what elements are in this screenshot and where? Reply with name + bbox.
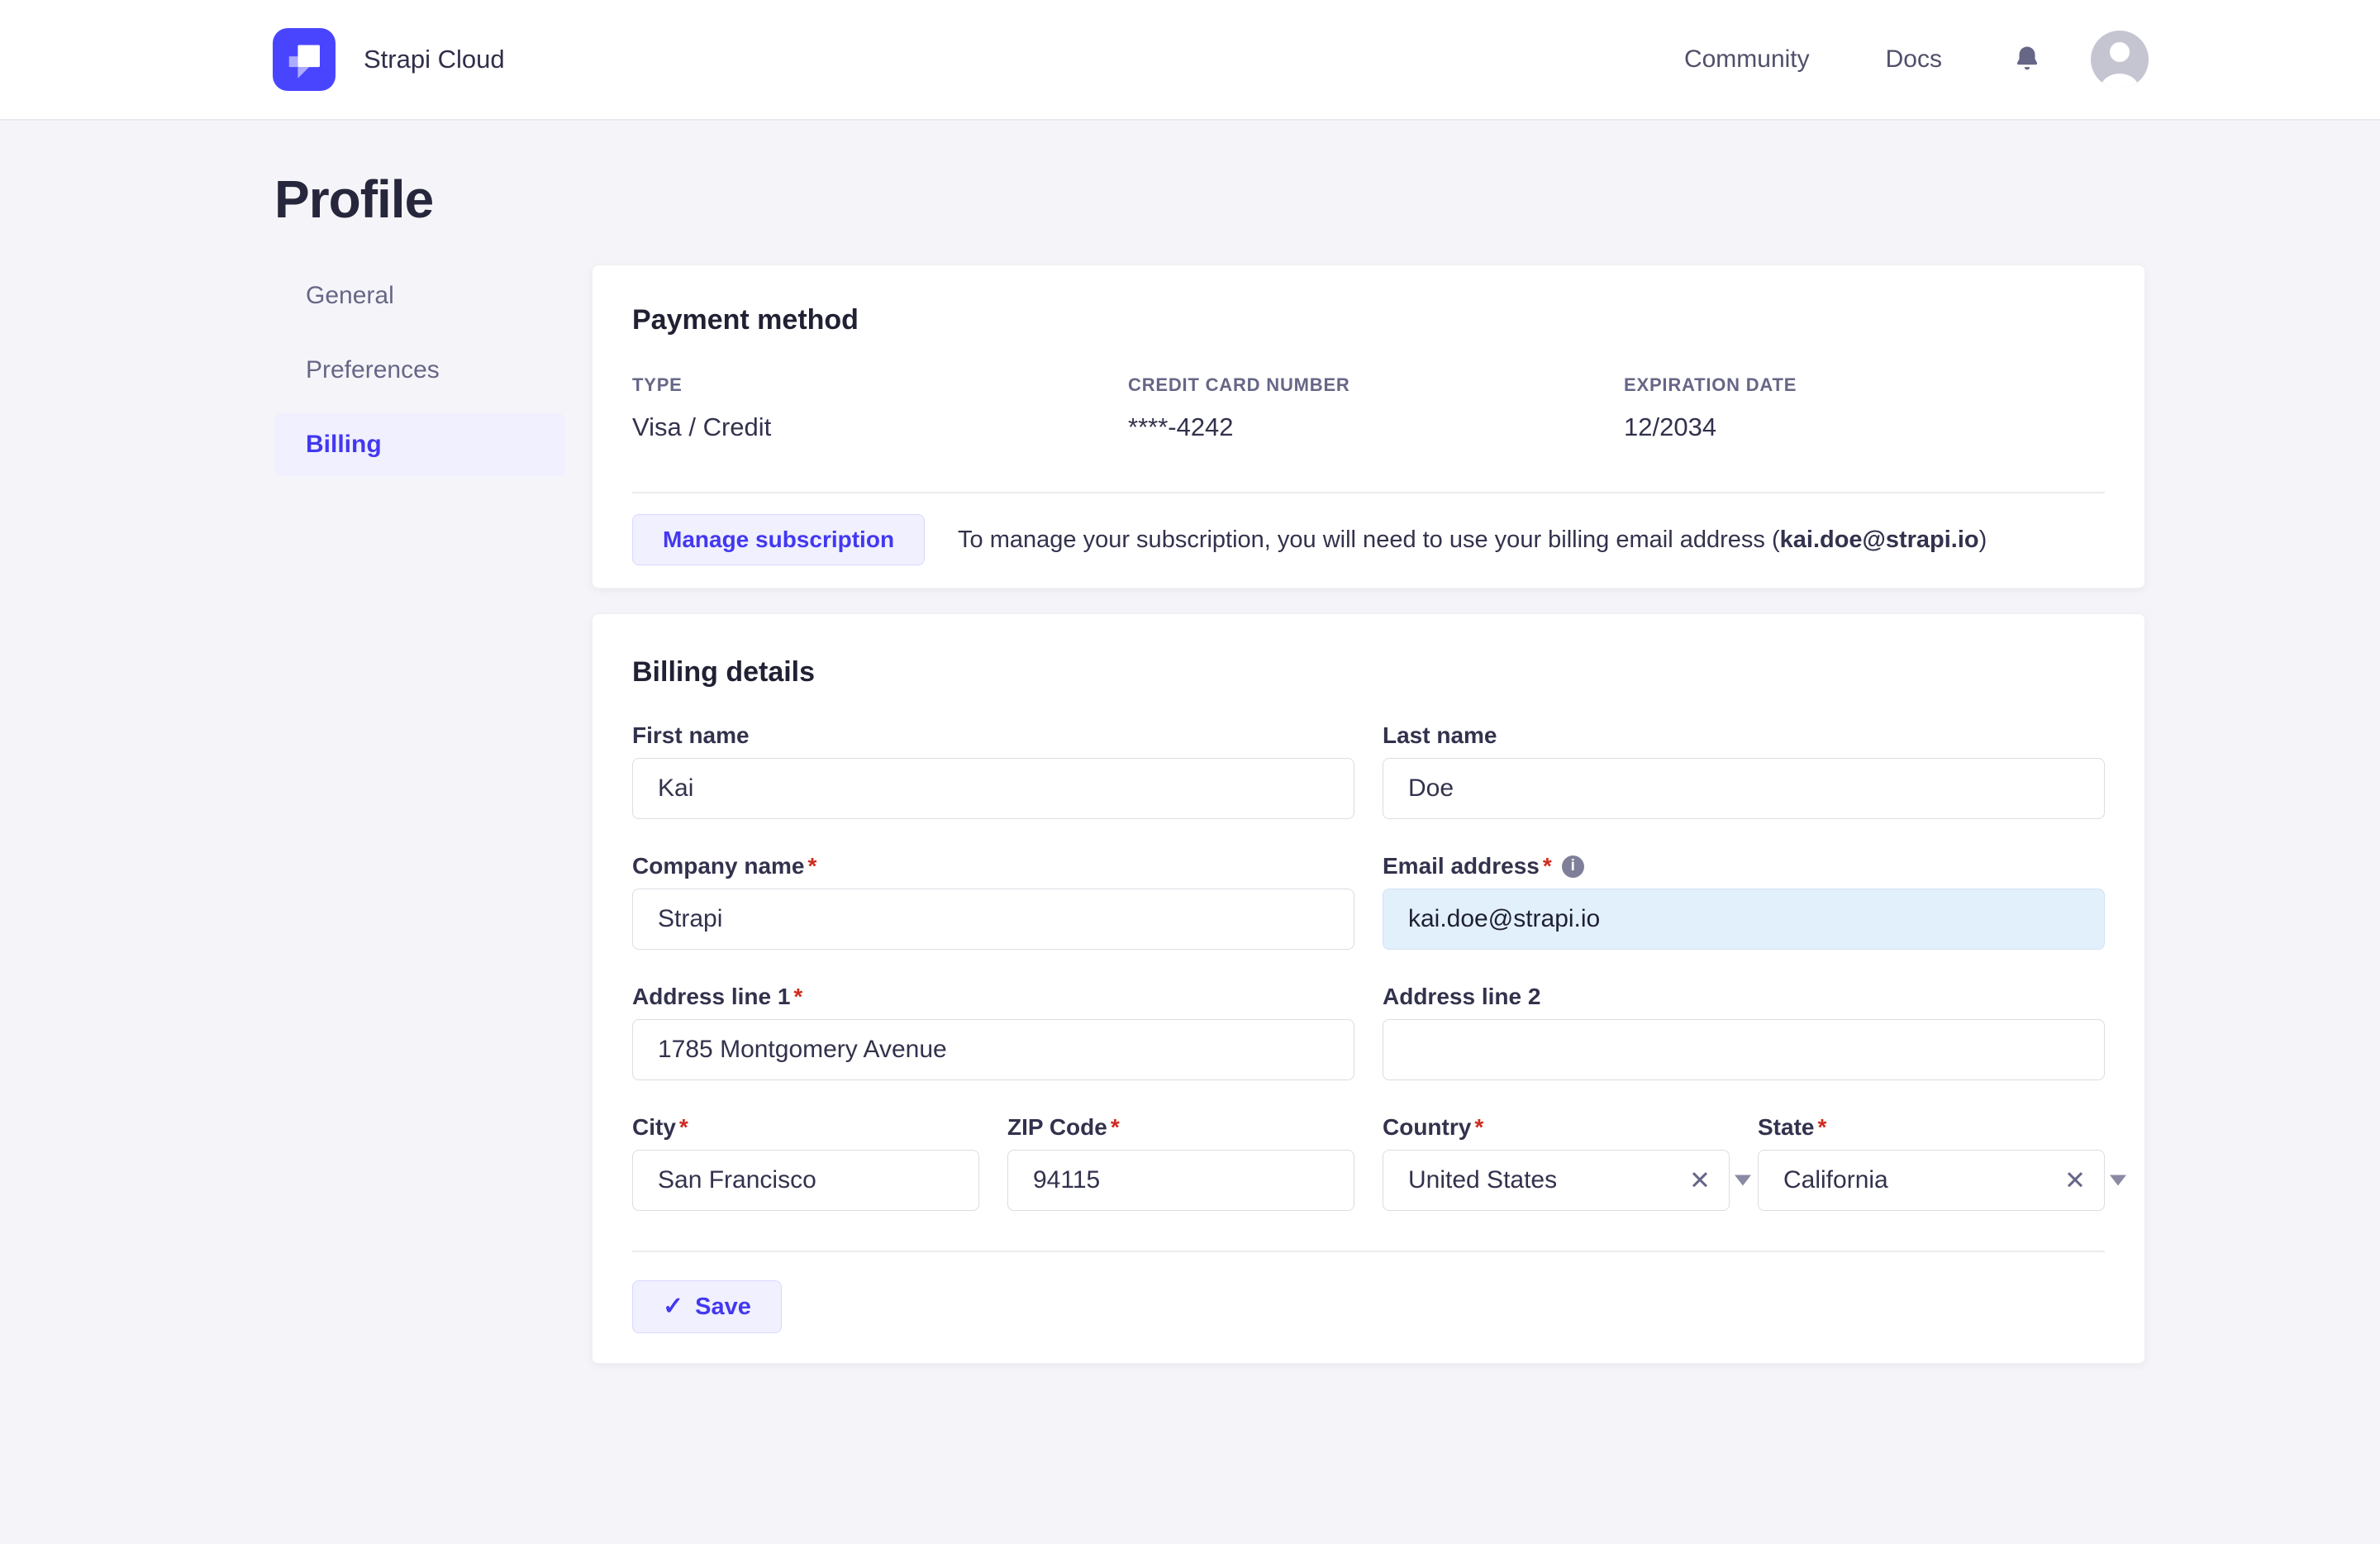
payment-method-card: Payment method TYPE Visa / Credit CREDIT… [592, 264, 2145, 589]
state-value: California [1783, 1166, 1888, 1194]
nav-link-docs[interactable]: Docs [1886, 45, 1942, 74]
country-group: Country * United States ✕ [1383, 1113, 1751, 1211]
country-value: United States [1408, 1166, 1558, 1194]
state-caret-icon[interactable] [2110, 1175, 2126, 1186]
sidebar-item-general[interactable]: General [274, 264, 565, 327]
sidebar-item-billing[interactable]: Billing [274, 413, 565, 476]
address-line2-input[interactable] [1383, 1019, 2105, 1080]
user-menu-avatar[interactable] [2091, 31, 2149, 88]
subscription-note-close: ) [1978, 526, 1987, 553]
address-line1-input[interactable] [632, 1019, 1354, 1080]
address-line2-label: Address line 2 [1383, 983, 2105, 1011]
info-icon: i [1561, 855, 1584, 878]
card-number-field: CREDIT CARD NUMBER ****-4242 [1128, 375, 1624, 442]
country-select[interactable]: United States ✕ [1383, 1150, 1751, 1211]
required-asterisk: * [807, 853, 817, 879]
expiration-value: 12/2034 [1624, 412, 1717, 441]
brand-name: Strapi Cloud [364, 45, 505, 74]
country-clear-icon[interactable]: ✕ [1689, 1168, 1711, 1194]
required-asterisk: * [1542, 853, 1552, 879]
brand-logo[interactable]: Strapi Cloud [273, 28, 505, 91]
company-name-input[interactable] [632, 889, 1354, 950]
check-icon: ✓ [663, 1293, 684, 1320]
card-number-label: CREDIT CARD NUMBER [1128, 374, 1350, 395]
card-number-value: ****-4242 [1128, 412, 1234, 441]
app-header: Strapi Cloud Community Docs [0, 0, 2380, 121]
last-name-label-text: Last name [1383, 722, 1497, 748]
state-select[interactable]: California ✕ [1758, 1150, 2126, 1211]
nav-link-community[interactable]: Community [1684, 45, 1810, 74]
expiration-label: EXPIRATION DATE [1624, 374, 1797, 395]
profile-page: Profile General Preferences Billing Paym… [0, 121, 2380, 1364]
first-name-group: First name [632, 722, 1354, 819]
state-group: State * California ✕ [1758, 1113, 2126, 1211]
payment-type-field: TYPE Visa / Credit [632, 375, 1128, 442]
city-label: City * [632, 1113, 979, 1141]
address-line1-label: Address line 1 * [632, 983, 1354, 1011]
last-name-label: Last name [1383, 722, 2105, 750]
payment-method-title: Payment method [632, 304, 859, 336]
address-line1-label-text: Address line 1 [632, 984, 791, 1009]
country-label-text: Country [1383, 1114, 1472, 1140]
address-line2-label-text: Address line 2 [1383, 984, 1541, 1009]
country-caret-icon[interactable] [1735, 1175, 1751, 1186]
required-asterisk: * [1110, 1114, 1120, 1140]
city-input[interactable] [632, 1150, 979, 1211]
subscription-note: To manage your subscription, you will ne… [958, 527, 1987, 554]
country-label: Country * [1383, 1113, 1730, 1141]
company-name-label-text: Company name [632, 853, 805, 879]
email-label: Email address * i [1383, 852, 2105, 880]
state-label: State * [1758, 1113, 2105, 1141]
subscription-note-text: To manage your subscription, you will ne… [958, 526, 1780, 553]
expiration-field: EXPIRATION DATE 12/2034 [1624, 375, 2105, 442]
save-button[interactable]: ✓ Save [632, 1280, 782, 1333]
address-line2-group: Address line 2 [1383, 983, 2105, 1080]
required-asterisk: * [1817, 1114, 1827, 1140]
city-group: City * [632, 1113, 979, 1211]
billing-details-card: Billing details First name Last name Com… [592, 613, 2145, 1364]
email-group: Email address * i [1383, 852, 2105, 950]
required-asterisk: * [793, 984, 803, 1009]
first-name-label-text: First name [632, 722, 750, 748]
company-name-label: Company name * [632, 852, 1354, 880]
person-icon [2101, 42, 2139, 88]
company-name-group: Company name * [632, 852, 1354, 950]
save-button-label: Save [695, 1293, 751, 1320]
profile-nav: General Preferences Billing [274, 264, 565, 488]
state-clear-icon[interactable]: ✕ [2064, 1168, 2086, 1194]
notifications-button[interactable] [2011, 44, 2043, 75]
email-label-text: Email address [1383, 853, 1540, 879]
zip-code-label: ZIP Code * [1007, 1113, 1354, 1141]
zip-code-group: ZIP Code * [1007, 1113, 1354, 1211]
billing-details-title: Billing details [632, 656, 816, 688]
required-asterisk: * [678, 1114, 688, 1140]
billing-email-text: kai.doe@strapi.io [1779, 526, 1979, 553]
zip-code-input[interactable] [1007, 1150, 1354, 1211]
billing-card-divider [632, 1251, 2105, 1252]
manage-subscription-button[interactable]: Manage subscription [632, 514, 926, 565]
last-name-group: Last name [1383, 722, 2105, 819]
email-input [1383, 889, 2105, 950]
payment-type-value: Visa / Credit [632, 412, 772, 441]
sidebar-item-preferences[interactable]: Preferences [274, 339, 565, 402]
page-title: Profile [274, 169, 434, 229]
state-label-text: State [1758, 1114, 1815, 1140]
city-label-text: City [632, 1114, 676, 1140]
first-name-input[interactable] [632, 758, 1354, 819]
strapi-logo-icon [273, 28, 336, 91]
bell-icon [2016, 46, 2038, 70]
payment-type-label: TYPE [632, 374, 683, 395]
required-asterisk: * [1474, 1114, 1484, 1140]
last-name-input[interactable] [1383, 758, 2105, 819]
header-nav: Community Docs [1608, 31, 2149, 88]
first-name-label: First name [632, 722, 1354, 750]
address-line1-group: Address line 1 * [632, 983, 1354, 1080]
zip-code-label-text: ZIP Code [1007, 1114, 1107, 1140]
